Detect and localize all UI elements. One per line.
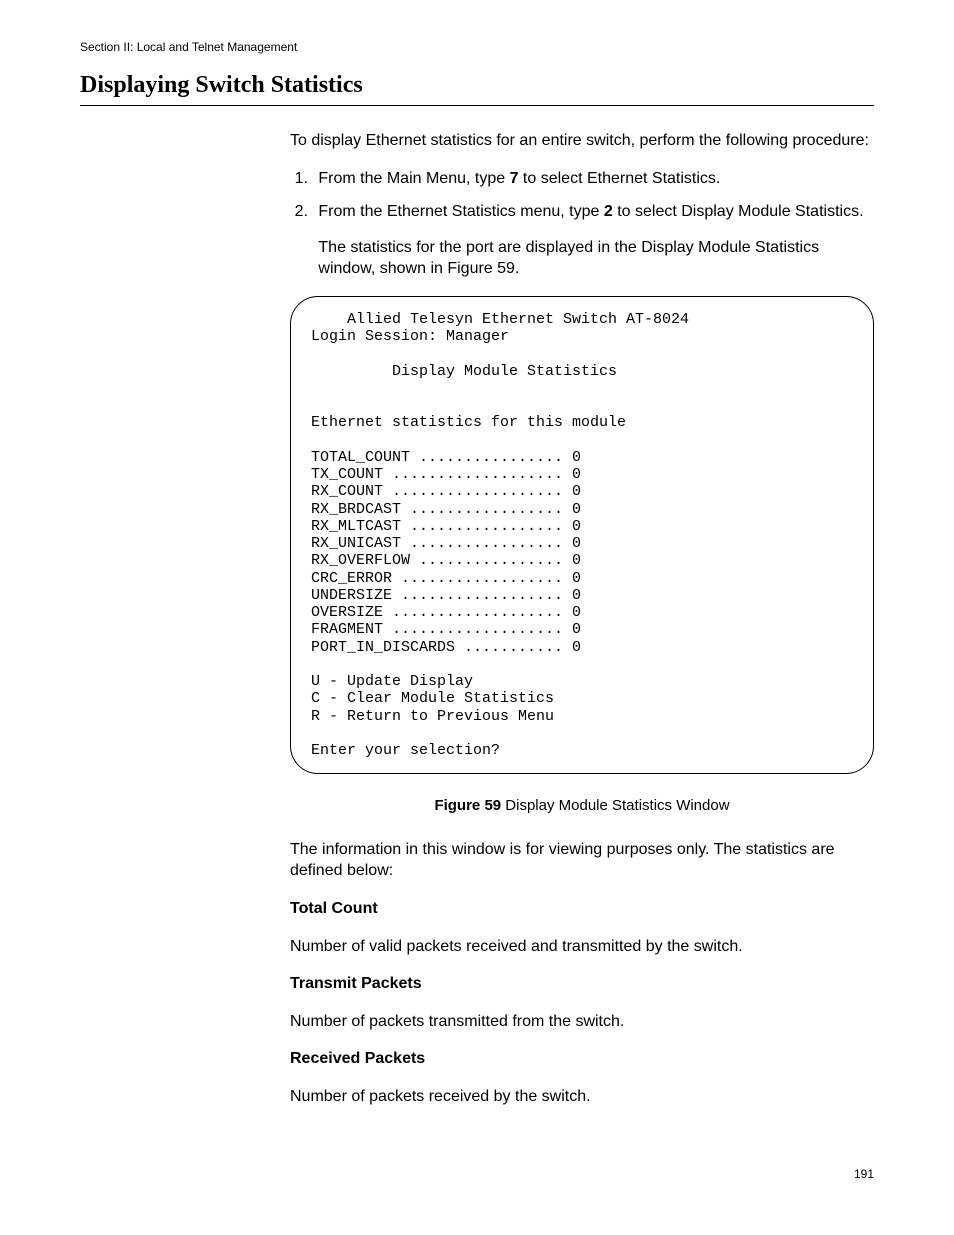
step-2-pre: From the Ethernet Statistics menu, type — [318, 203, 603, 220]
terminal-window: Allied Telesyn Ethernet Switch AT-8024 L… — [290, 296, 874, 775]
section-header: Section II: Local and Telnet Management — [80, 40, 874, 54]
intro-paragraph: To display Ethernet statistics for an en… — [290, 130, 874, 152]
body-content: To display Ethernet statistics for an en… — [290, 130, 874, 1107]
step-2-followup: The statistics for the port are displaye… — [318, 237, 874, 280]
step-1-pre: From the Main Menu, type — [318, 170, 509, 187]
definition-desc-2: Number of packets transmitted from the s… — [290, 1011, 874, 1033]
definition-desc-3: Number of packets received by the switch… — [290, 1086, 874, 1108]
step-2-key: 2 — [604, 203, 613, 220]
definition-term-3: Received Packets — [290, 1048, 874, 1070]
title-rule — [80, 105, 874, 106]
definition-term-2: Transmit Packets — [290, 973, 874, 995]
procedure-steps: From the Main Menu, type 7 to select Eth… — [290, 168, 874, 280]
definition-desc-1: Number of valid packets received and tra… — [290, 936, 874, 958]
figure-caption-text: Display Module Statistics Window — [501, 797, 729, 814]
post-figure-paragraph: The information in this window is for vi… — [290, 839, 874, 882]
page-title: Displaying Switch Statistics — [80, 72, 874, 101]
step-1-post: to select Ethernet Statistics. — [518, 170, 720, 187]
definition-term-1: Total Count — [290, 898, 874, 920]
step-2-post: to select Display Module Statistics. — [613, 203, 864, 220]
step-2: From the Ethernet Statistics menu, type … — [312, 201, 874, 280]
step-1: From the Main Menu, type 7 to select Eth… — [312, 168, 874, 190]
figure-caption: Figure 59 Display Module Statistics Wind… — [290, 796, 874, 816]
page-number: 191 — [80, 1167, 874, 1181]
figure-label: Figure 59 — [434, 797, 501, 814]
